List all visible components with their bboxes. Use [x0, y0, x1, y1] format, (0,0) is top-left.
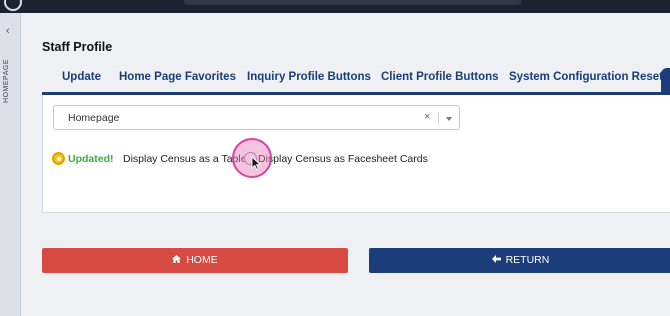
- homepage-select[interactable]: Homepage ×: [53, 105, 460, 130]
- arrow-left-icon: [491, 255, 501, 263]
- option-census-table-label[interactable]: Display Census as a Table: [123, 153, 247, 165]
- tab-inquiry-profile-buttons[interactable]: Inquiry Profile Buttons: [247, 71, 371, 83]
- tab-active-overflow[interactable]: [661, 68, 670, 93]
- page-title: Staff Profile: [42, 40, 113, 54]
- home-page-favorites-panel: Homepage × Updated! Display Census as a …: [42, 95, 670, 213]
- radio-census-table[interactable]: [52, 152, 65, 165]
- select-value: Homepage: [68, 112, 120, 124]
- profile-tabs: Update Home Page Favorites Inquiry Profi…: [42, 64, 670, 95]
- home-button-label: HOME: [186, 254, 218, 266]
- tab-client-profile-buttons[interactable]: Client Profile Buttons: [381, 71, 499, 83]
- mouse-cursor-icon: [251, 156, 261, 170]
- collapsed-sidebar[interactable]: ‹ HOMEPAGE: [0, 13, 21, 316]
- top-app-bar: [0, 0, 670, 13]
- clear-icon[interactable]: ×: [424, 111, 430, 123]
- top-search-bar[interactable]: [184, 0, 521, 5]
- tab-home-page-favorites[interactable]: Home Page Favorites: [119, 71, 236, 83]
- option-census-facesheet-label[interactable]: Display Census as Facesheet Cards: [258, 153, 428, 165]
- select-separator: [438, 112, 439, 124]
- tab-system-configuration-reset[interactable]: System Configuration Reset: [509, 71, 663, 83]
- tab-update[interactable]: Update: [62, 71, 101, 83]
- updated-status-label: Updated!: [68, 153, 114, 165]
- return-button[interactable]: RETURN: [369, 248, 670, 273]
- home-icon: [172, 255, 182, 263]
- chevron-left-icon[interactable]: ‹: [6, 25, 15, 37]
- chevron-down-icon[interactable]: [446, 117, 452, 121]
- return-button-label: RETURN: [505, 254, 550, 266]
- home-button[interactable]: HOME: [42, 248, 348, 273]
- sidebar-label: HOMEPAGE: [3, 59, 10, 103]
- app-logo-icon[interactable]: [4, 0, 22, 11]
